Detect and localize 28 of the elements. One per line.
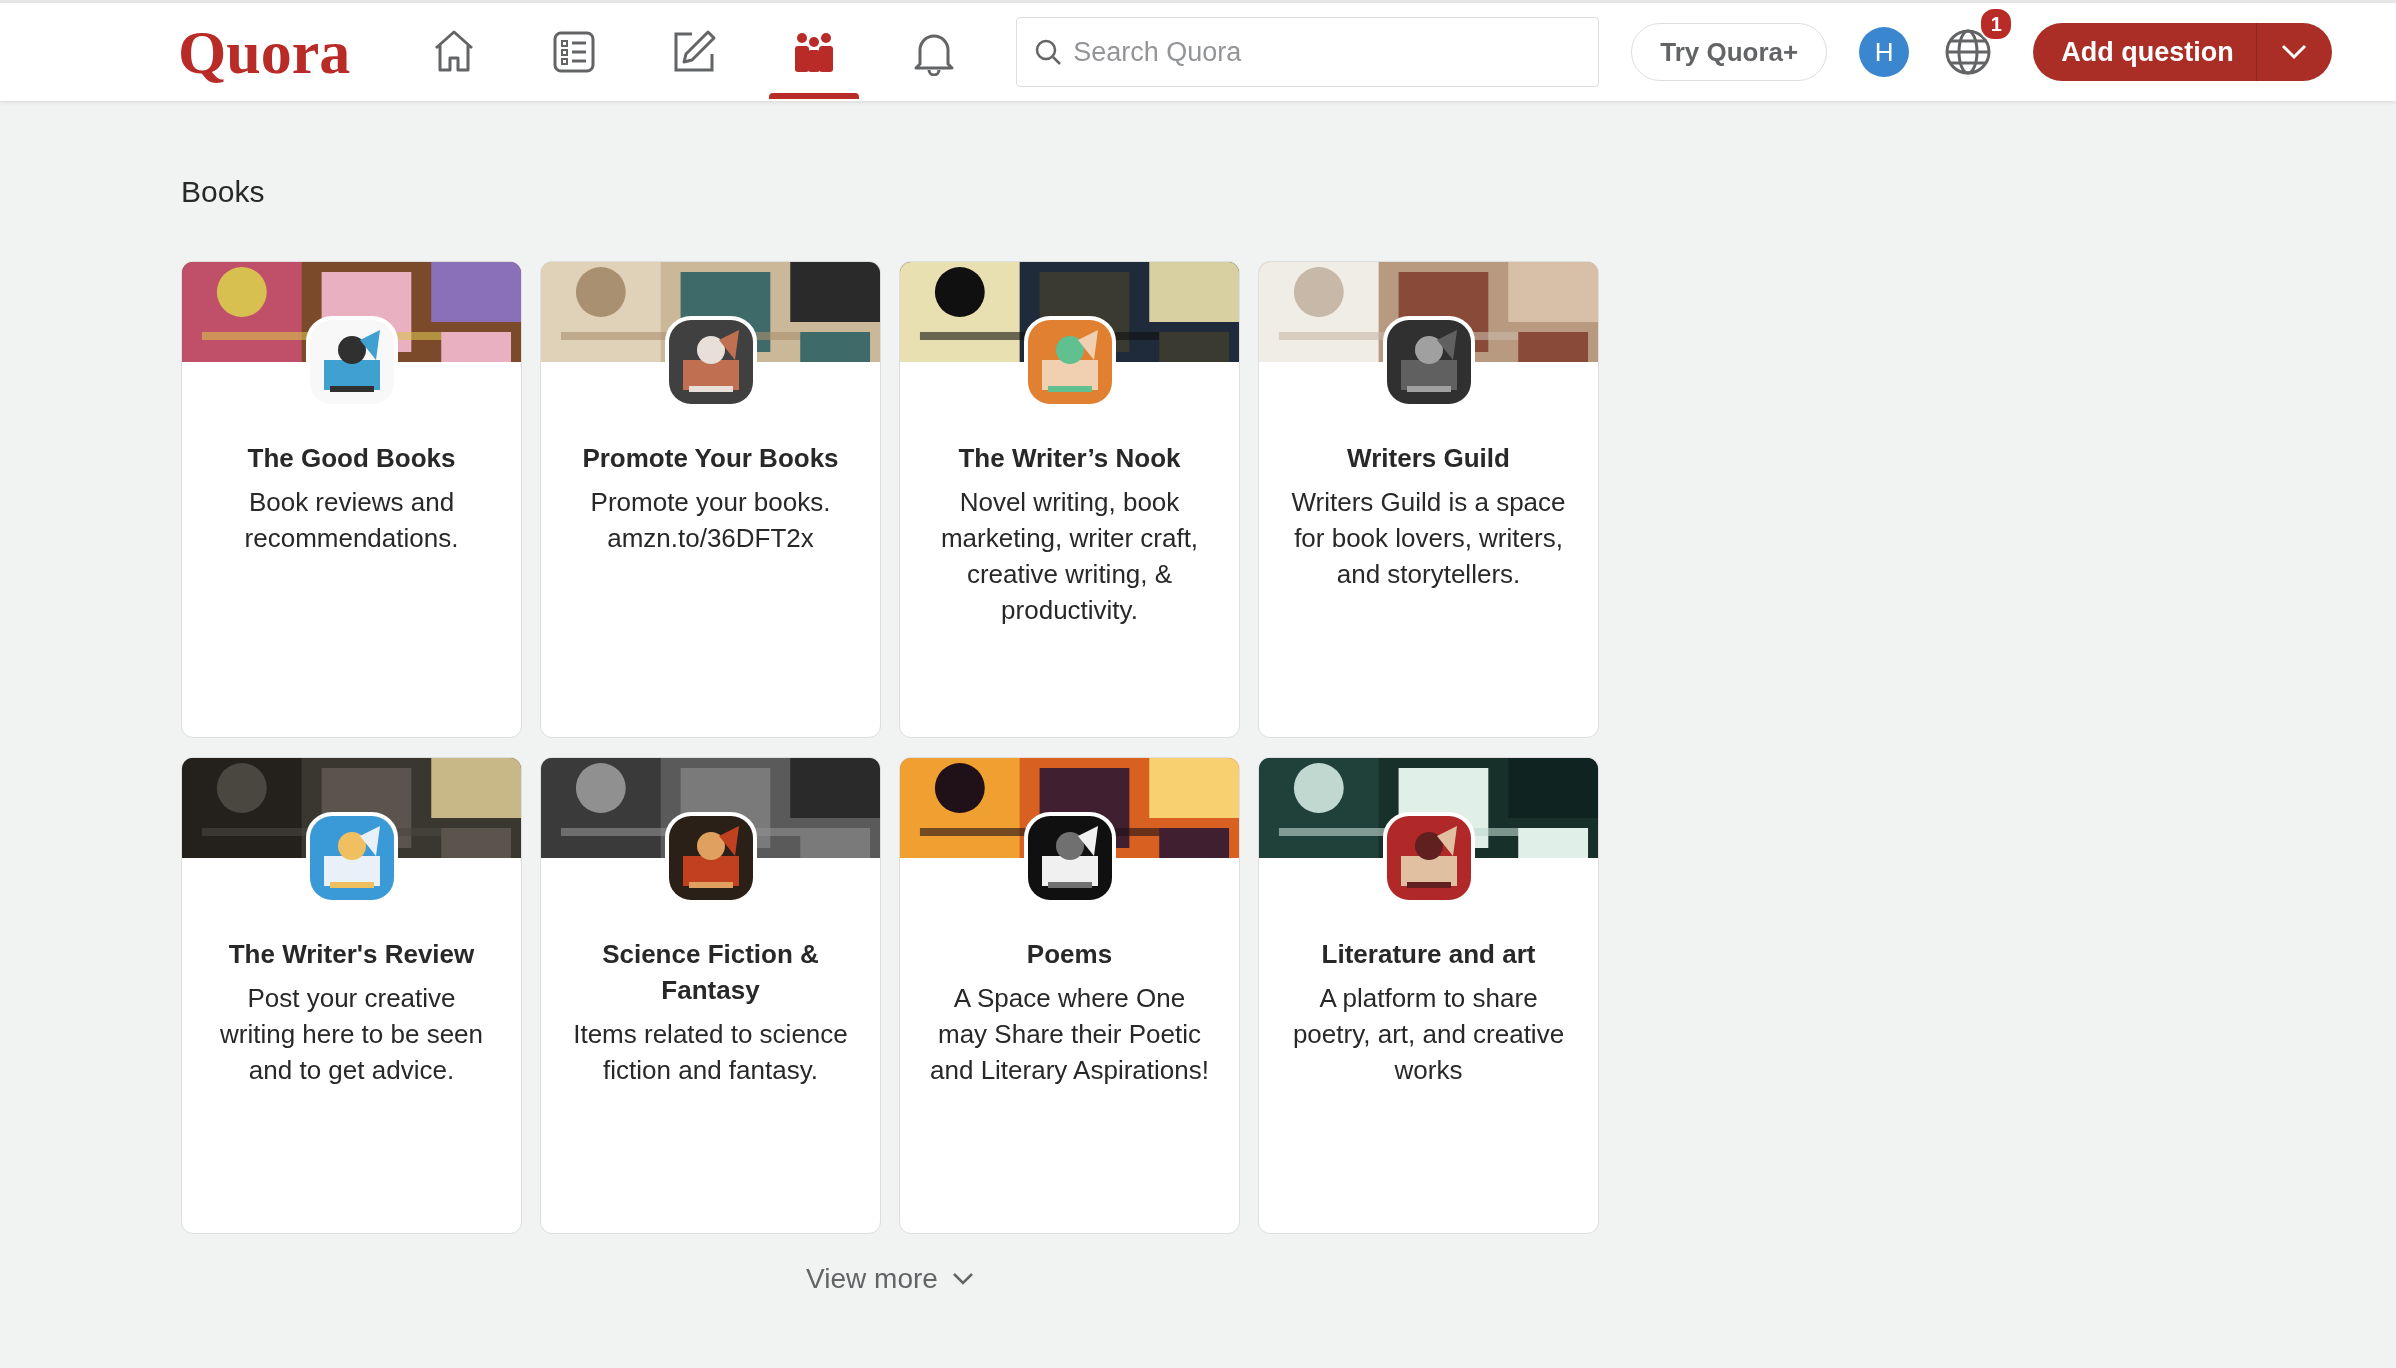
notification-badge: 1 [1979,7,2014,41]
space-name: Poems [1025,938,1114,971]
space-name: Writers Guild [1346,442,1511,475]
space-description: Items related to science fiction and fantasy. [572,1018,849,1087]
space-description: Post your creative writing here to be seen and to get advice. [218,982,484,1087]
caret-icon [951,1272,974,1286]
section-title: Books [181,175,266,209]
space-description: A platform to share poetry, art, and creative works [1291,982,1566,1087]
search-field[interactable]: Search Quora [1016,17,1600,87]
view-more-button[interactable]: View more [800,1262,980,1296]
add-question-button[interactable]: Add question [2033,23,2257,81]
space-description: A Space where One may Share their Poetic and Literary Aspirations! [929,982,1210,1087]
dropdown-button[interactable] [2256,23,2332,81]
space-description: Promote your books. amzn.to/36DFT2x [589,486,832,555]
logo[interactable]: Quora [178,16,351,88]
space-description: Book reviews and recommendations. [243,486,460,555]
space-name: Literature and art [1320,938,1537,971]
space-description: Writers Guild is a space for book lovers, writers, and storytellers. [1290,486,1567,591]
space-name: The Writer’s Nook [957,442,1182,475]
search-icon [1034,38,1063,66]
space-description: Novel writing, book marketing, writer craft, creative writing, & productivity. [939,486,1200,627]
try-plus-button[interactable]: Try Quora+ [1631,23,1828,81]
caret-icon [2281,44,2308,60]
user-avatar[interactable]: H [1859,27,1910,77]
space-name: The Good Books [246,442,457,475]
space-name: Science Fiction & Fantasy [601,938,820,1007]
space-name: Promote Your Books [581,442,840,475]
space-name: The Writer's Review [227,938,476,971]
